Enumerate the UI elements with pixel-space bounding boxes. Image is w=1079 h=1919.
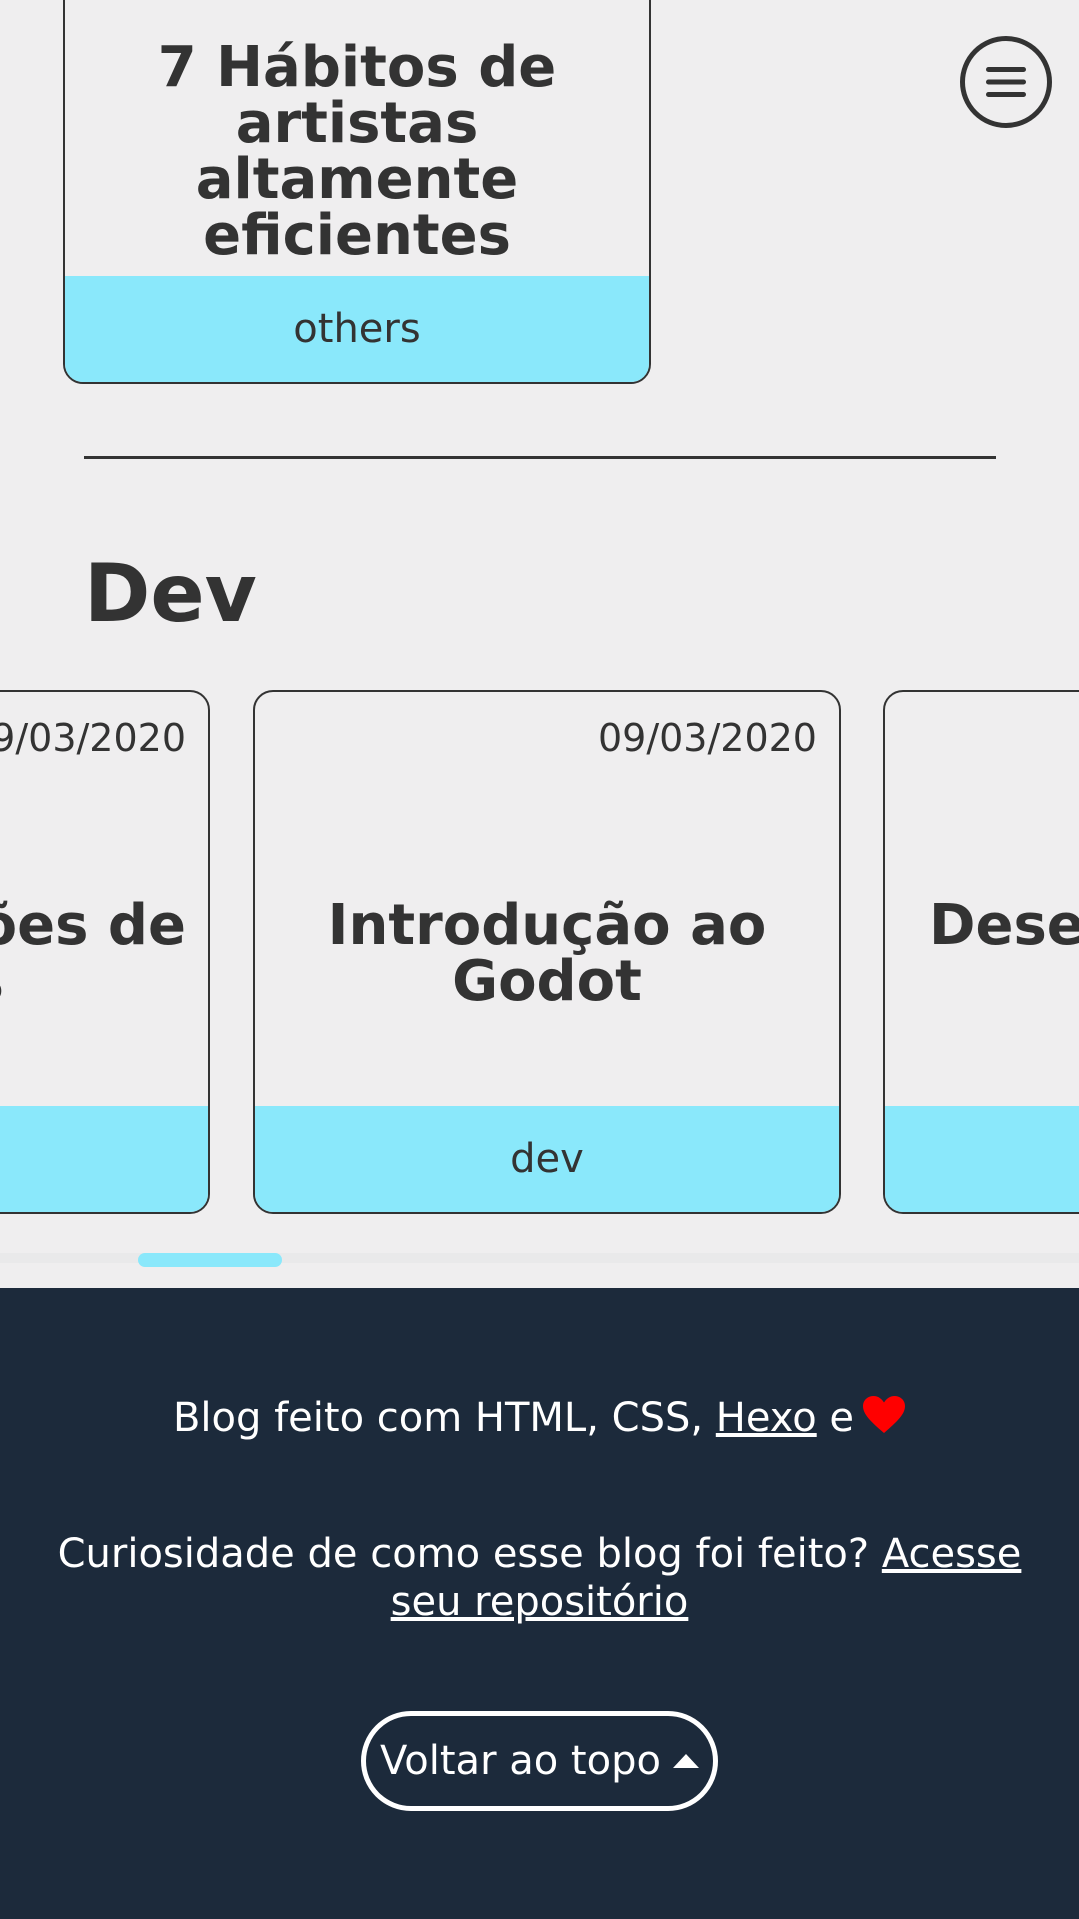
curiosity-text: Curiosidade de como esse blog foi feito?… <box>57 1531 1022 1625</box>
post-card-title: Introdução ao Godot <box>327 893 767 1014</box>
post-card-habitos[interactable]: 7 Hábitos de artistas altamente eficient… <box>63 0 651 384</box>
post-card-title: ões de s <box>0 893 186 1010</box>
post-card-title: Desen o <box>929 893 1079 958</box>
post-card-title: 7 Hábitos de artistas altamente eficient… <box>157 35 557 268</box>
back-to-top-button[interactable]: Voltar ao topo <box>361 1711 718 1811</box>
post-card-tag[interactable]: others <box>65 276 649 382</box>
main-content: 7 Hábitos de artistas altamente eficient… <box>0 0 1079 1288</box>
hexo-link[interactable]: Hexo <box>716 1395 817 1441</box>
made-with-text: Blog feito com HTML, CSS, Hexo e <box>40 1394 1039 1442</box>
post-card-tag[interactable] <box>0 1106 208 1212</box>
post-card-partial-right[interactable]: Desen o <box>883 690 1079 1214</box>
caret-up-icon <box>672 1754 699 1768</box>
post-card-tag[interactable]: dev <box>255 1106 839 1212</box>
carousel-scrollbar-thumb[interactable] <box>138 1253 282 1267</box>
heart-icon <box>863 1396 906 1433</box>
post-card-date: 09/03/2020 <box>597 716 817 760</box>
post-card-date: 9/03/2020 <box>0 716 186 760</box>
post-card-partial-left[interactable]: 9/03/2020 ões de s <box>0 690 210 1214</box>
section-title-dev: Dev <box>84 547 257 640</box>
menu-lines-icon <box>986 67 1026 97</box>
menu-button[interactable] <box>960 36 1052 128</box>
site-footer: Blog feito com HTML, CSS, Hexo e Curiosi… <box>0 1288 1079 1919</box>
post-card-tag[interactable] <box>885 1106 1079 1212</box>
section-divider <box>84 456 996 459</box>
post-card-godot[interactable]: 09/03/2020 Introdução ao Godot dev <box>253 690 841 1214</box>
